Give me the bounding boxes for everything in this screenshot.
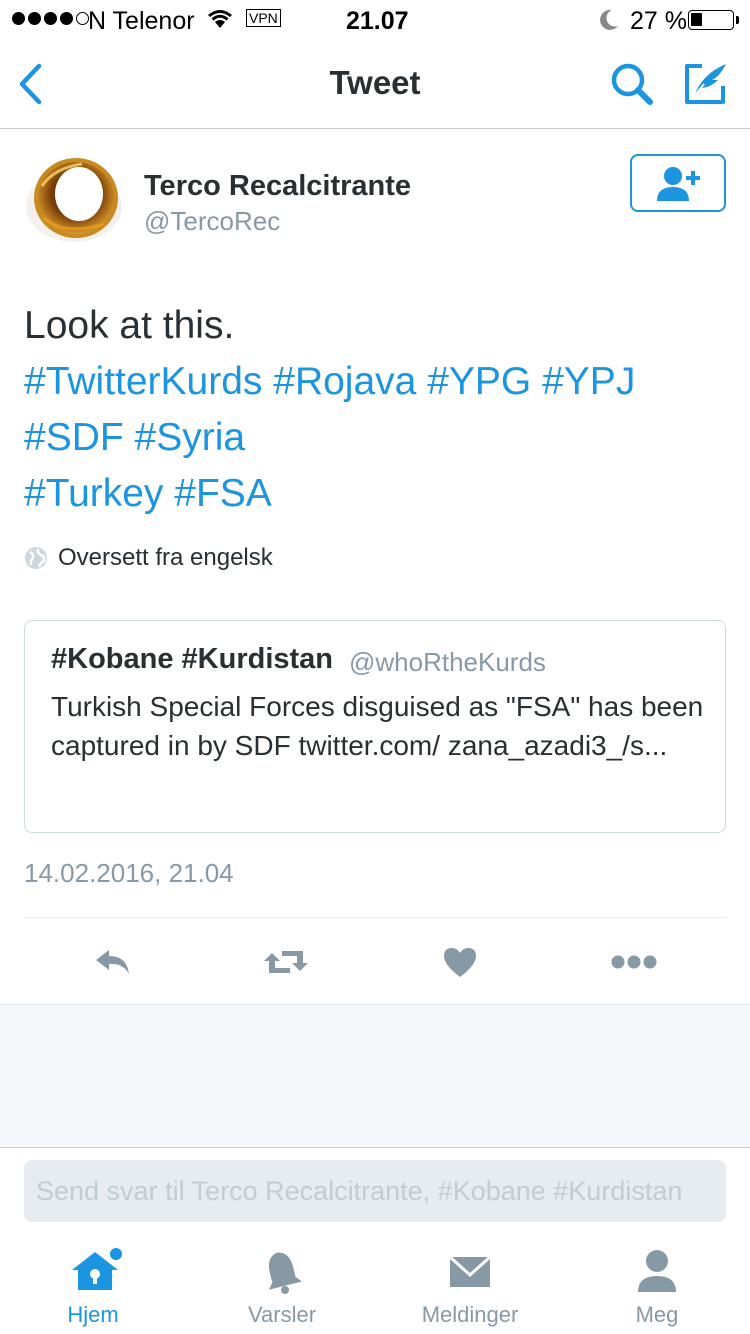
battery-nub	[736, 16, 739, 24]
translate-link[interactable]: Oversett fra engelsk	[24, 544, 273, 572]
ring-avatar-icon	[26, 158, 122, 242]
battery-icon	[688, 10, 734, 30]
tab-label-home: Hjem	[67, 1302, 119, 1327]
person-icon	[638, 1250, 676, 1292]
bell-icon	[268, 1252, 302, 1294]
like-button[interactable]	[438, 940, 482, 984]
envelope-icon	[449, 1256, 491, 1287]
quoted-tweet[interactable]: #Kobane #Kurdistan @whoRtheKurds Turkish…	[24, 620, 726, 833]
add-user-icon	[657, 167, 700, 201]
hashtag-link[interactable]: #YPJ	[542, 360, 635, 403]
search-button[interactable]	[608, 60, 658, 115]
avatar[interactable]	[24, 148, 128, 252]
tweet-text-segment	[416, 360, 427, 403]
compose-quill-icon	[685, 64, 726, 104]
tweet-text-segment	[163, 472, 174, 515]
tab-label-me: Meg	[635, 1302, 679, 1327]
tab-label-notifications: Varsler	[247, 1302, 317, 1327]
tweet-line: #SDF #Syria	[24, 410, 724, 466]
follow-button[interactable]	[630, 154, 726, 212]
tweet-line: #Turkey #FSA	[24, 466, 724, 522]
tweet-text-segment: Look at this.	[24, 304, 235, 347]
clock: 21.07	[346, 7, 409, 35]
retweet-icon	[264, 951, 308, 973]
signal-strength-icon	[12, 12, 89, 25]
reply-icon	[96, 950, 129, 974]
search-icon	[611, 63, 653, 105]
hashtag-link[interactable]: #Turkey	[24, 472, 163, 515]
moon-icon	[598, 8, 620, 39]
status-bar: N Telenor VPN 21.07 27 %	[0, 0, 750, 40]
hashtag-link[interactable]: #Rojava	[273, 360, 416, 403]
more-dots-icon	[611, 955, 657, 969]
divider	[24, 917, 726, 918]
reply-button[interactable]	[88, 940, 138, 984]
tweet-text-segment	[531, 360, 542, 403]
carrier-label: N Telenor	[88, 7, 195, 35]
tweet-text: Look at this. #TwitterKurds #Rojava #YPG …	[24, 298, 724, 522]
more-button[interactable]	[608, 940, 660, 984]
quoted-tweet-text: Turkish Special Forces disguised as "FSA…	[51, 691, 704, 761]
reply-input[interactable]: Send svar til Terco Recalcitrante, #Koba…	[24, 1160, 726, 1222]
heart-icon	[444, 948, 476, 977]
translate-label: Oversett fra engelsk	[58, 544, 273, 571]
globe-icon	[25, 547, 47, 569]
nav-bar: Tweet	[0, 40, 750, 129]
hashtag-link[interactable]: #SDF	[24, 416, 124, 459]
tweet-text-segment	[262, 360, 273, 403]
hashtag-link[interactable]: #Syria	[135, 416, 246, 459]
quoted-author-handle: @whoRtheKurds	[349, 647, 546, 677]
hashtag-link[interactable]: #TwitterKurds	[24, 360, 262, 403]
tweet-line: Look at this.	[24, 298, 724, 354]
retweet-button[interactable]	[260, 940, 312, 984]
home-icon	[72, 1248, 122, 1290]
tab-label-messages: Meldinger	[421, 1302, 519, 1327]
author-handle[interactable]: @TercoRec	[144, 206, 280, 237]
vpn-badge: VPN	[246, 9, 281, 27]
empty-replies-area	[0, 1004, 750, 1148]
hashtag-link[interactable]: #FSA	[174, 472, 272, 515]
reply-placeholder: Send svar til Terco Recalcitrante, #Koba…	[36, 1176, 683, 1206]
tweet-line: #TwitterKurds #Rojava #YPG #YPJ	[24, 354, 724, 410]
wifi-icon	[206, 8, 234, 37]
hashtag-link[interactable]: #YPG	[427, 360, 531, 403]
battery-percent: 27 %	[630, 7, 687, 35]
quoted-author-name: #Kobane #Kurdistan	[51, 643, 333, 675]
tweet-text-segment	[124, 416, 135, 459]
author-name[interactable]: Terco Recalcitrante	[144, 170, 411, 203]
compose-button[interactable]	[682, 58, 730, 113]
tweet-timestamp: 14.02.2016, 21.04	[24, 858, 234, 888]
